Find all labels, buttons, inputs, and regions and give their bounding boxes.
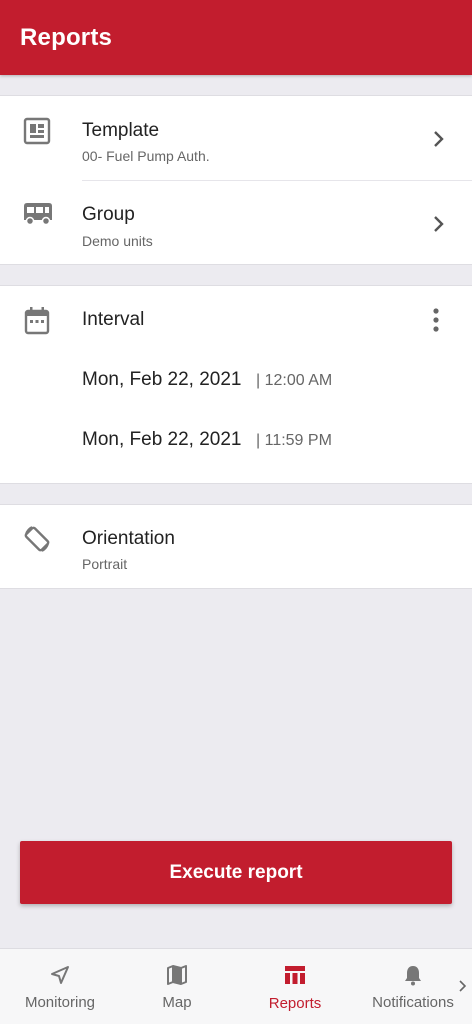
nav-item-notifications[interactable]: Notifications xyxy=(354,949,472,1024)
nav-label-reports: Reports xyxy=(268,995,322,1012)
interval-label: Interval xyxy=(82,309,145,330)
chevron-right-icon[interactable] xyxy=(432,129,446,149)
template-value: 00- Fuel Pump Auth. xyxy=(82,148,210,164)
from-date[interactable]: Mon, Feb 22, 2021 xyxy=(82,369,242,391)
execute-report-button[interactable]: Execute report xyxy=(20,841,452,904)
page-title: Reports xyxy=(20,24,113,51)
nav-item-map[interactable]: Map xyxy=(118,949,236,1024)
bottom-nav: Monitoring Map Reports Notifications xyxy=(0,948,472,1024)
orientation-card: Orientation Portrait xyxy=(0,504,472,589)
bus-icon xyxy=(24,203,52,226)
orientation-value: Portrait xyxy=(82,556,128,572)
navigation-arrow-icon xyxy=(51,966,69,984)
template-row[interactable]: Template 00- Fuel Pump Auth. xyxy=(0,96,472,180)
screen-rotation-icon xyxy=(24,526,50,552)
chevron-right-icon[interactable] xyxy=(458,979,468,993)
bell-icon xyxy=(405,966,421,986)
nav-item-reports[interactable]: Reports xyxy=(236,949,354,1024)
template-label: Template xyxy=(82,120,160,141)
calendar-icon xyxy=(24,307,50,335)
group-row[interactable]: Group Demo units xyxy=(0,181,472,265)
orientation-label: Orientation xyxy=(82,528,175,549)
interval-card: Interval Mon, Feb 22, 2021 | 12:00 AM Mo… xyxy=(0,285,472,484)
group-label: Group xyxy=(82,204,135,225)
group-value: Demo units xyxy=(82,233,153,249)
report-template-icon xyxy=(23,117,51,145)
more-options-icon[interactable] xyxy=(426,307,446,333)
to-date[interactable]: Mon, Feb 22, 2021 xyxy=(82,429,242,451)
nav-item-monitoring[interactable]: Monitoring xyxy=(0,949,120,1024)
app-bar: Reports xyxy=(0,0,472,75)
to-time[interactable]: | 11:59 PM xyxy=(256,432,332,450)
nav-label-monitoring: Monitoring xyxy=(24,994,96,1011)
nav-label-notifications: Notifications xyxy=(372,994,454,1011)
nav-label-map: Map xyxy=(162,994,192,1011)
orientation-row[interactable]: Orientation Portrait xyxy=(0,505,472,589)
map-icon xyxy=(167,965,187,985)
chevron-right-icon[interactable] xyxy=(432,214,446,234)
from-time[interactable]: | 12:00 AM xyxy=(256,372,332,390)
reports-table-icon xyxy=(285,966,305,984)
report-settings-card: Template 00- Fuel Pump Auth. Group Demo … xyxy=(0,95,472,265)
interval-from[interactable]: Mon, Feb 22, 2021 | 12:00 AM xyxy=(0,356,472,406)
interval-to[interactable]: Mon, Feb 22, 2021 | 11:59 PM xyxy=(0,416,472,466)
